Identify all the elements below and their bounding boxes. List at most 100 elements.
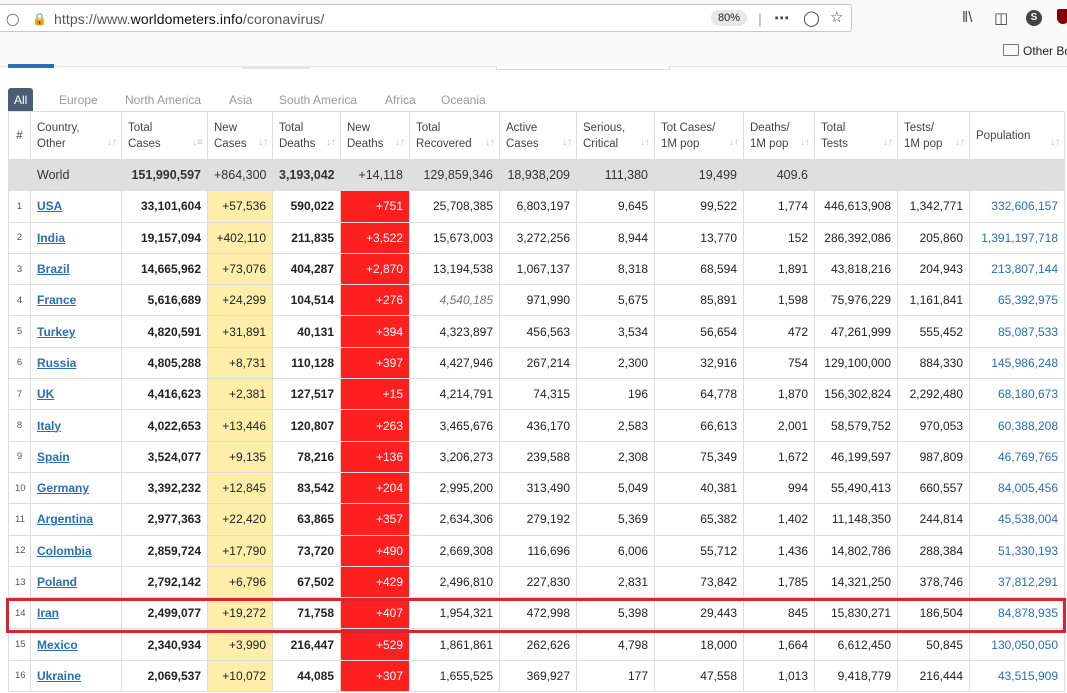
url-text[interactable]: https://www.worldometers.info/coronaviru… — [54, 11, 324, 27]
country-link[interactable]: Russia — [37, 356, 76, 370]
data-cell: 43,515,909 — [969, 659, 1065, 693]
header-line-1: New — [214, 121, 238, 134]
data-cell: 63,865 — [272, 503, 341, 536]
data-cell: 9,645 — [576, 190, 655, 223]
country-link[interactable]: Mexico — [37, 638, 78, 652]
country-link[interactable]: Iran — [37, 606, 59, 620]
ublock-icon[interactable] — [1057, 9, 1067, 24]
data-cell: 55,712 — [654, 534, 744, 567]
sidebar-icon[interactable]: ◫ — [994, 9, 1008, 27]
country-link[interactable]: Brazil — [37, 262, 70, 276]
column-header-total-cases[interactable]: Total Cases ↓≡ — [121, 111, 208, 160]
rank-cell: 11 — [8, 503, 31, 536]
address-bar[interactable]: ◯ 🔒 https://www.worldometers.info/corona… — [0, 4, 852, 32]
table-row: 6 Russia 4,805,288 +8,731 110,128 +397 4,427,9… — [8, 346, 1065, 380]
column-header-new-cases[interactable]: New Cases ↓↑ — [207, 111, 273, 160]
data-cell: 1,402 — [743, 503, 815, 536]
data-cell: 436,170 — [499, 409, 577, 442]
tracking-shield-icon[interactable]: ◯ — [6, 12, 19, 26]
data-cell: 15,830,271 — [814, 597, 898, 630]
data-cell: 5,675 — [576, 284, 655, 317]
column-header-country-other[interactable]: Country, Other ↓↑ — [30, 111, 122, 160]
sort-icon[interactable]: ↓↑ — [258, 135, 268, 151]
country-link[interactable]: USA — [37, 199, 62, 213]
data-cell: +3,990 — [207, 628, 273, 661]
tab-africa[interactable]: Africa — [385, 88, 416, 112]
country-link[interactable]: Poland — [37, 575, 77, 589]
other-bookmarks[interactable]: Other Bo — [1003, 44, 1067, 58]
column-header-total-recovered[interactable]: Total Recovered ↓↑ — [409, 111, 500, 160]
data-cell: 1,785 — [743, 565, 815, 599]
data-cell: 211,835 — [272, 221, 341, 254]
sort-icon[interactable]: ↓↑ — [562, 135, 572, 151]
data-cell: 3,534 — [576, 315, 655, 348]
data-cell: 3,392,232 — [121, 471, 208, 505]
column-header-deaths-1m-pop[interactable]: Deaths/1M pop ↓↑ — [743, 111, 815, 160]
column-header-tot-cases-1m-pop[interactable]: Tot Cases/1M pop ↓↑ — [654, 111, 744, 160]
data-cell: 1,672 — [743, 440, 815, 473]
tab-all[interactable]: All — [8, 88, 34, 112]
data-cell: 67,502 — [272, 565, 341, 599]
lock-icon[interactable]: 🔒 — [32, 12, 47, 26]
table-row: 5 Turkey 4,820,591 +31,891 40,131 +394 4,323,8… — [8, 315, 1065, 348]
column-header-population[interactable]: Population ↓↑ — [969, 111, 1065, 160]
sort-icon[interactable]: ↓↑ — [883, 135, 893, 151]
sort-icon[interactable]: ↓↑ — [640, 135, 650, 151]
tab-europe[interactable]: Europe — [59, 88, 98, 112]
sort-icon[interactable]: ↓↑ — [326, 135, 336, 151]
tab-asia[interactable]: Asia — [229, 88, 252, 112]
table-row: 14 Iran 2,499,077 +19,272 71,758 +407 1,954,32… — [8, 597, 1065, 630]
sort-icon[interactable]: ↓↑ — [395, 135, 405, 151]
data-cell: +24,299 — [207, 284, 273, 317]
data-cell: 456,563 — [499, 315, 577, 348]
data-cell: 68,594 — [654, 252, 744, 286]
header-line-2: Cases — [214, 137, 247, 150]
library-icon[interactable]: ‖\ — [962, 9, 972, 26]
data-cell: 987,809 — [897, 440, 970, 473]
table-header: # Country, Other ↓↑ Total Cases ↓≡ New Cases ↓↑ To… — [8, 111, 1065, 160]
zoom-level-badge[interactable]: 80% — [711, 10, 747, 26]
data-cell: 204,943 — [897, 252, 970, 286]
profile-avatar[interactable]: S — [1026, 10, 1042, 26]
column-header-active-cases[interactable]: Active Cases ↓↑ — [499, 111, 577, 160]
partial-element — [8, 64, 54, 68]
country-cell: Turkey — [30, 315, 122, 348]
column-header-new-deaths[interactable]: New Deaths ↓↑ — [340, 111, 410, 160]
column-header-serious-critical[interactable]: Serious, Critical ↓↑ — [576, 111, 655, 160]
country-link[interactable]: UK — [37, 387, 54, 401]
rank-cell: 9 — [8, 440, 31, 473]
country-link[interactable]: Germany — [37, 481, 89, 495]
sort-icon[interactable]: ↓↑ — [729, 135, 739, 151]
data-cell: +490 — [340, 534, 410, 567]
column-header-total-tests[interactable]: Total Tests ↓↑ — [814, 111, 898, 160]
column-header-total-deaths[interactable]: Total Deaths ↓↑ — [272, 111, 341, 160]
sort-desc-icon[interactable]: ↓≡ — [192, 135, 203, 151]
sort-icon[interactable]: ↓↑ — [107, 135, 117, 151]
rank-cell: 6 — [8, 346, 31, 380]
country-link[interactable]: Argentina — [37, 512, 93, 526]
country-link[interactable]: Spain — [37, 450, 70, 464]
tab-oceania[interactable]: Oceania — [441, 88, 486, 112]
data-cell: 239,588 — [499, 440, 577, 473]
pocket-icon[interactable]: ◯ — [803, 9, 820, 27]
bookmark-star-icon[interactable]: ☆ — [830, 8, 843, 26]
country-link[interactable]: France — [37, 293, 76, 307]
sort-icon[interactable]: ↓↑ — [800, 135, 810, 151]
country-link[interactable]: India — [37, 231, 65, 245]
country-link[interactable]: Italy — [37, 419, 61, 433]
column-header-tests-1m-pop[interactable]: Tests/1M pop ↓↑ — [897, 111, 970, 160]
column-header-[interactable]: # — [8, 111, 31, 160]
country-link[interactable]: Colombia — [37, 544, 92, 558]
data-cell: 151,990,597 — [121, 158, 208, 192]
country-link[interactable]: Ukraine — [37, 669, 81, 683]
country-link[interactable]: Turkey — [37, 325, 75, 339]
tab-north-america[interactable]: North America — [125, 88, 201, 112]
page-actions-icon[interactable]: ⋯ — [774, 9, 789, 27]
sort-icon[interactable]: ↓↑ — [955, 135, 965, 151]
data-cell: 73,842 — [654, 565, 744, 599]
sort-icon[interactable]: ↓↑ — [485, 135, 495, 151]
tab-south-america[interactable]: South America — [279, 88, 357, 112]
sort-icon[interactable]: ↓↑ — [1050, 135, 1060, 151]
data-cell: 44,085 — [272, 659, 341, 693]
data-cell: +407 — [340, 597, 410, 630]
